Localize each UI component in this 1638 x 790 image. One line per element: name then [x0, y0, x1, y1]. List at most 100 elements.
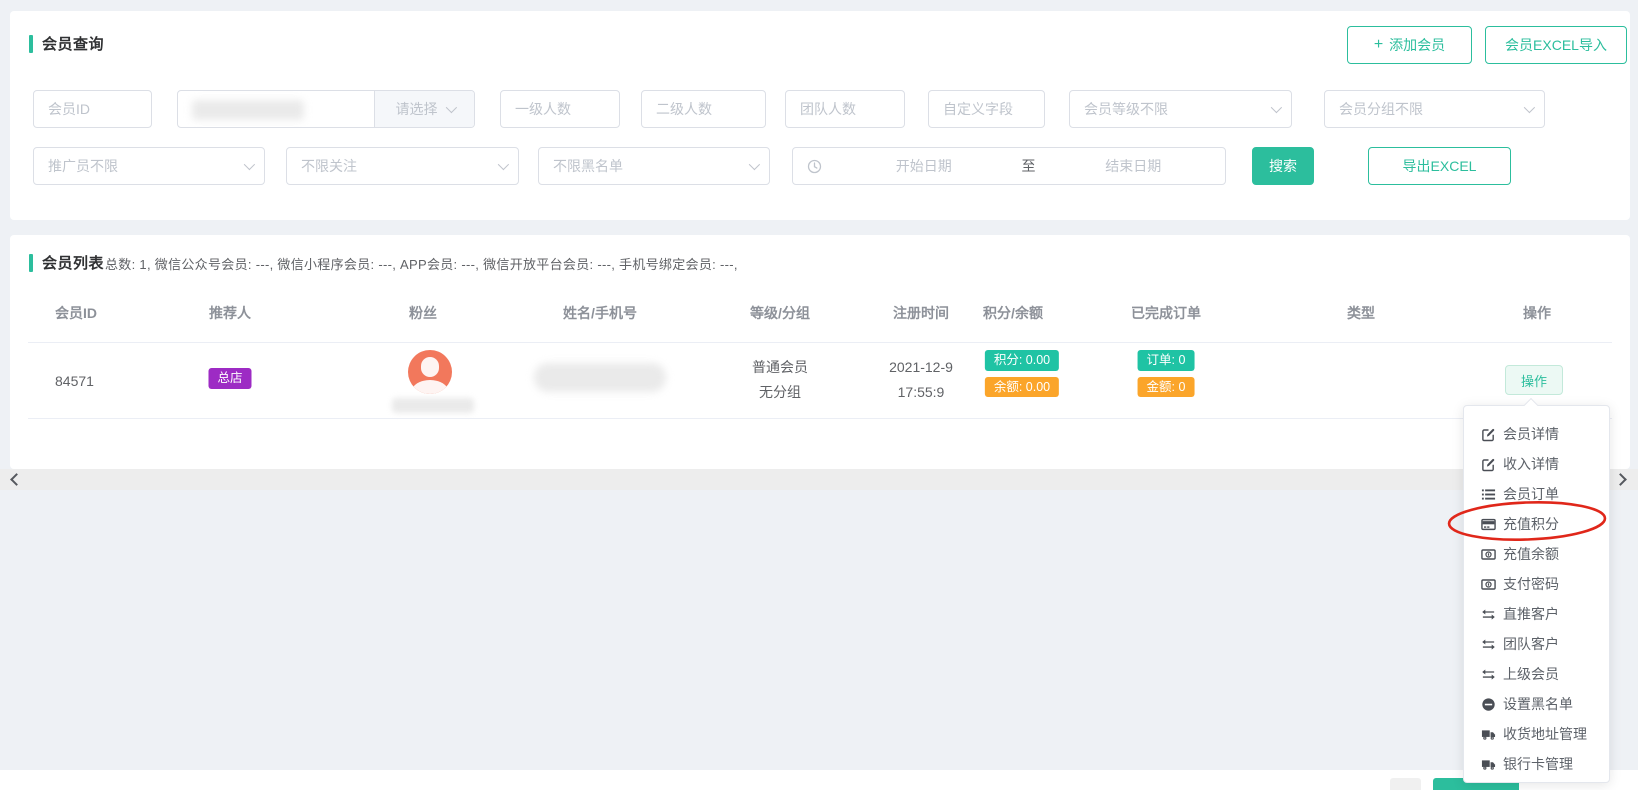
- accent-bar: [29, 254, 33, 272]
- referrer-badge: 总店: [208, 368, 251, 389]
- export-excel-button[interactable]: 导出EXCEL: [1368, 147, 1511, 185]
- member-query-card: 会员查询 + 添加会员 会员EXCEL导入 请选择: [10, 11, 1630, 220]
- search-button[interactable]: 搜索: [1252, 147, 1314, 185]
- level2-count-field-wrap: [641, 90, 766, 128]
- member-id-input[interactable]: [34, 91, 151, 127]
- edit-square-icon: [1481, 427, 1496, 442]
- menu-item-upline-member[interactable]: 上级会员: [1464, 659, 1609, 689]
- col-header-reg-time: 注册时间: [893, 303, 949, 323]
- nickname-redacted-blob: [392, 398, 474, 413]
- row-action-dropdown-menu: 会员详情 收入详情 会员订单 充值积分 充值余额 支付密码: [1463, 405, 1610, 783]
- scroll-left-icon[interactable]: [10, 473, 23, 486]
- reg-time-cell: 2021-12-9 17:55:9: [889, 355, 953, 405]
- member-stats-line: 总数: 1, 微信公众号会员: ---, 微信小程序会员: ---, APP会员…: [105, 254, 738, 273]
- add-member-button[interactable]: + 添加会员: [1347, 26, 1472, 64]
- member-id-value: 84571: [55, 373, 94, 389]
- col-header-level-group: 等级/分组: [750, 303, 810, 323]
- points-balance-cell: 积分: 0.00 余额: 0.00: [985, 350, 1059, 397]
- amount-badge: 金额: 0: [1138, 377, 1195, 398]
- money-icon: [1481, 577, 1496, 592]
- date-end-placeholder[interactable]: 结束日期: [1042, 156, 1226, 176]
- level-group-cell: 普通会员 无分组: [752, 355, 808, 405]
- exchange-icon: [1481, 667, 1496, 682]
- col-header-fans: 粉丝: [409, 303, 437, 323]
- member-level-select[interactable]: 会员等级不限: [1069, 90, 1292, 128]
- custom-field-wrap: [928, 90, 1045, 128]
- keyword-compound-field: 请选择: [177, 90, 475, 128]
- col-header-points-balance: 积分/余额: [983, 303, 1043, 323]
- money-icon: [1481, 547, 1496, 562]
- clock-icon: [807, 159, 822, 174]
- excel-import-button[interactable]: 会员EXCEL导入: [1485, 26, 1627, 64]
- date-separator: 至: [1016, 156, 1042, 176]
- menu-item-payment-password[interactable]: 支付密码: [1464, 569, 1609, 599]
- table-header-divider: [28, 342, 1612, 343]
- member-level: 普通会员: [752, 355, 808, 380]
- accent-bar: [29, 35, 33, 53]
- chevron-down-icon: [749, 159, 760, 170]
- keyword-type-select[interactable]: 请选择: [374, 91, 474, 127]
- menu-item-direct-customers[interactable]: 直推客户: [1464, 599, 1609, 629]
- follow-status-select[interactable]: 不限关注: [286, 147, 519, 185]
- col-header-member-id: 会员ID: [55, 303, 97, 323]
- avatar[interactable]: [408, 350, 452, 394]
- level1-count-field-wrap: [500, 90, 620, 128]
- date-start-placeholder[interactable]: 开始日期: [832, 156, 1016, 176]
- exchange-icon: [1481, 607, 1496, 622]
- col-header-completed-orders: 已完成订单: [1131, 303, 1201, 323]
- list-section-header: 会员列表: [29, 252, 104, 273]
- orders-cell: 订单: 0 金额: 0: [1138, 350, 1195, 397]
- promoter-select[interactable]: 推广员不限: [33, 147, 265, 185]
- col-header-type: 类型: [1347, 303, 1375, 323]
- name-phone-redacted-blob: [534, 363, 666, 392]
- member-group: 无分组: [752, 380, 808, 405]
- menu-item-team-customers[interactable]: 团队客户: [1464, 629, 1609, 659]
- list-section-title: 会员列表: [42, 252, 104, 273]
- edit-square-icon: [1481, 457, 1496, 472]
- menu-item-shipping-address[interactable]: 收货地址管理: [1464, 719, 1609, 749]
- menu-item-member-orders[interactable]: 会员订单: [1464, 479, 1609, 509]
- col-header-referrer: 推荐人: [209, 303, 251, 323]
- menu-item-income-detail[interactable]: 收入详情: [1464, 449, 1609, 479]
- ban-icon: [1481, 697, 1496, 712]
- member-group-select[interactable]: 会员分组不限: [1324, 90, 1545, 128]
- list-icon: [1481, 487, 1496, 502]
- team-count-input[interactable]: [786, 91, 904, 127]
- member-list-card: 会员列表 总数: 1, 微信公众号会员: ---, 微信小程序会员: ---, …: [10, 235, 1630, 469]
- menu-item-set-blacklist[interactable]: 设置黑名单: [1464, 689, 1609, 719]
- menu-item-bank-cards[interactable]: 银行卡管理: [1464, 749, 1609, 779]
- pagination-bar: [0, 770, 1638, 790]
- team-count-field-wrap: [785, 90, 905, 128]
- balance-badge: 余额: 0.00: [985, 377, 1059, 398]
- level1-count-input[interactable]: [501, 91, 619, 127]
- chevron-down-icon: [244, 159, 255, 170]
- custom-field-input[interactable]: [929, 91, 1044, 127]
- plus-icon: +: [1374, 37, 1383, 53]
- orders-badge: 订单: 0: [1138, 350, 1195, 371]
- horizontal-scroll-strip[interactable]: [0, 469, 1638, 490]
- menu-item-recharge-points[interactable]: 充值积分: [1464, 509, 1609, 539]
- row-action-button[interactable]: 操作: [1505, 365, 1563, 395]
- chevron-down-icon: [1524, 102, 1535, 113]
- col-header-actions: 操作: [1523, 303, 1551, 323]
- col-header-name-phone: 姓名/手机号: [563, 303, 637, 323]
- level2-count-input[interactable]: [642, 91, 765, 127]
- chevron-down-icon: [498, 159, 509, 170]
- keyword-input-redacted[interactable]: [178, 91, 374, 127]
- blacklist-select[interactable]: 不限黑名单: [538, 147, 770, 185]
- redacted-text-blob: [192, 100, 304, 120]
- credit-card-icon: [1481, 517, 1496, 532]
- reg-date: 2021-12-9: [889, 355, 953, 380]
- points-badge: 积分: 0.00: [985, 350, 1059, 371]
- truck-icon: [1481, 757, 1496, 772]
- query-section-title: 会员查询: [42, 33, 104, 54]
- query-section-header: 会员查询: [29, 33, 104, 54]
- referrer-cell: 总店: [208, 368, 251, 389]
- scroll-right-icon[interactable]: [1614, 473, 1627, 486]
- menu-item-recharge-balance[interactable]: 充值余额: [1464, 539, 1609, 569]
- exchange-icon: [1481, 637, 1496, 652]
- date-range-picker[interactable]: 开始日期 至 结束日期: [792, 147, 1226, 185]
- chevron-down-icon: [445, 102, 456, 113]
- menu-item-member-detail[interactable]: 会员详情: [1464, 419, 1609, 449]
- pagination-prev-button[interactable]: [1390, 778, 1421, 790]
